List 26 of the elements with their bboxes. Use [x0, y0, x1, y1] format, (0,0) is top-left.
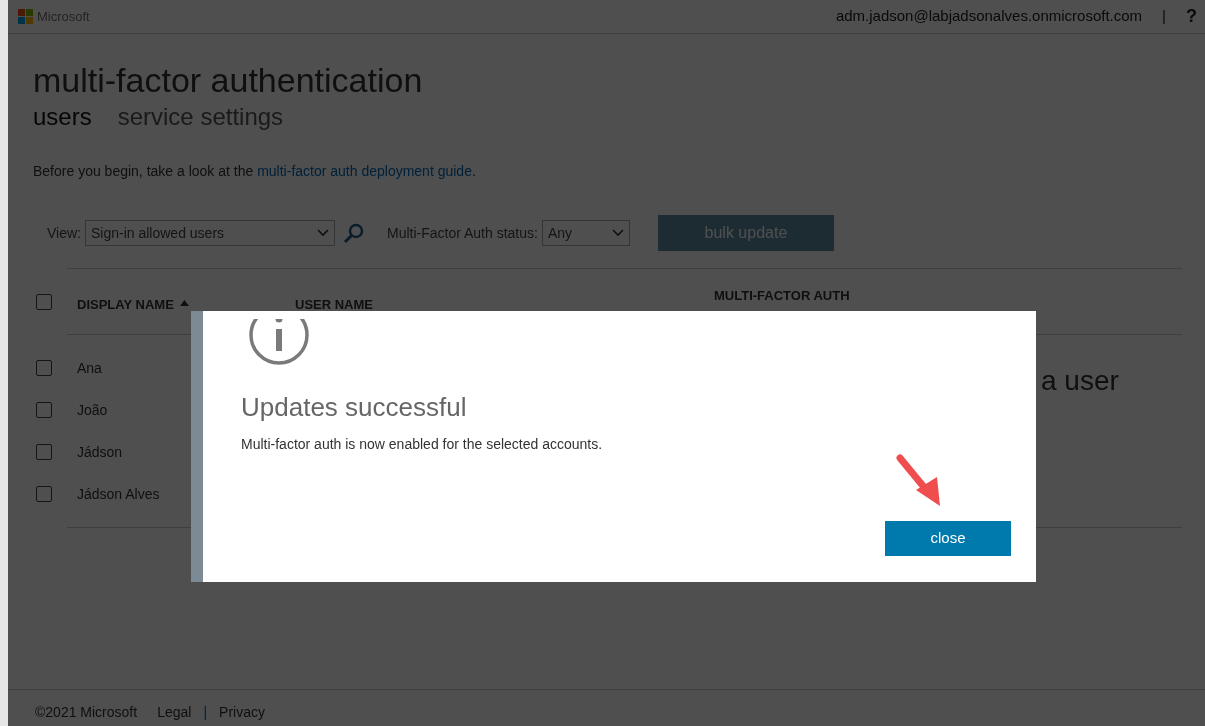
- column-header[interactable]: MULTI-FACTOR AUTH: [714, 286, 850, 306]
- user-name-cell-text: Jádson: [77, 442, 123, 462]
- status-label: Multi-Factor Auth status:: [387, 223, 538, 243]
- footer-link[interactable]: Legal: [157, 702, 192, 723]
- user-name-cell-text: Ana: [77, 358, 102, 378]
- separator: |: [203, 703, 208, 722]
- user-name-cell-text: João: [77, 400, 108, 420]
- separator: |: [1162, 6, 1166, 27]
- prompt-text: a user: [1041, 364, 1119, 398]
- account-email[interactable]: adm.jadson@labjadsonalves.onmicrosoft.com: [835, 5, 1143, 28]
- view-dropdown[interactable]: Sign-in allowed users: [85, 220, 335, 246]
- column-header[interactable]: USER NAME: [295, 295, 373, 315]
- dialog-message: Multi-factor auth is now enabled for the selected accounts.: [241, 435, 604, 454]
- copyright-text: ©2021 Microsoft: [35, 703, 138, 722]
- view-label: View:: [47, 223, 81, 243]
- tab[interactable]: users: [33, 102, 92, 132]
- user-name-cell-text: Jádson Alves: [77, 484, 160, 504]
- dialog-title: Updates successful: [241, 391, 468, 423]
- footer-link[interactable]: Privacy: [219, 702, 265, 723]
- help-link[interactable]: ?: [1186, 3, 1197, 30]
- deployment-guide-link[interactable]: multi-factor auth deployment guide: [257, 163, 472, 179]
- column-header[interactable]: DISPLAY NAME: [77, 295, 174, 315]
- page-title: multi-factor authentication: [33, 60, 424, 100]
- close-button[interactable]: close: [885, 521, 1011, 556]
- intro-text: Before you begin, take a look at the multi-factor auth deployment guide.: [33, 162, 477, 181]
- status-dropdown[interactable]: Any: [541, 220, 630, 246]
